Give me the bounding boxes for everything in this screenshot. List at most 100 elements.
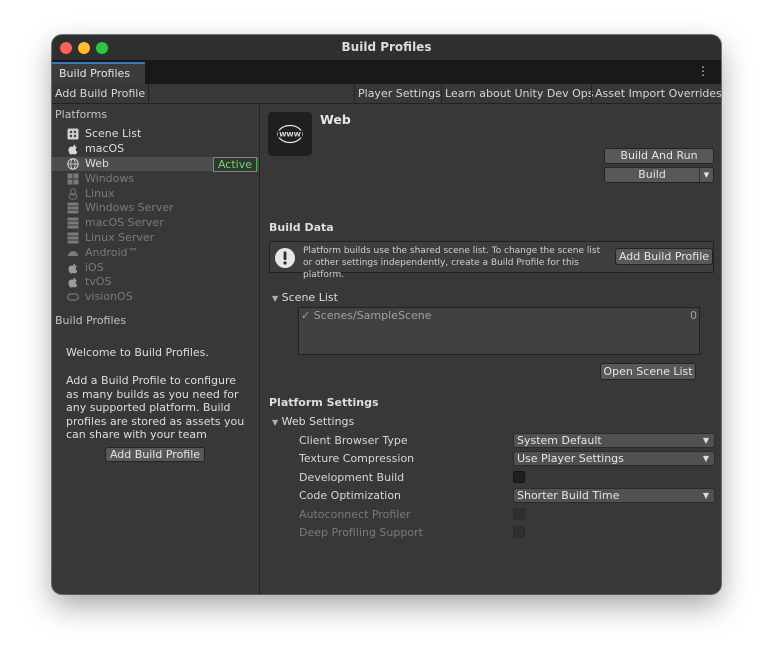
windows-icon	[67, 173, 79, 185]
scene-list-icon	[67, 128, 79, 140]
active-badge: Active	[212, 157, 257, 172]
development-build-label: Development Build	[299, 471, 405, 484]
add-build-profile-button[interactable]: Add Build Profile	[105, 447, 205, 462]
development-build-checkbox[interactable]	[513, 471, 525, 483]
platform-label: tvOS	[85, 275, 112, 288]
texture-compression-label: Texture Compression	[299, 452, 415, 465]
window-title: Build Profiles	[341, 40, 432, 54]
client-browser-type-label: Client Browser Type	[299, 434, 408, 447]
platform-item-web[interactable]: Web Active	[52, 157, 259, 172]
welcome-title: Welcome to Build Profiles.	[66, 346, 209, 359]
scene-row[interactable]: ✓ Scenes/SampleScene 0	[301, 309, 697, 323]
texture-compression-dropdown[interactable]: Use Player Settings ▼	[513, 451, 715, 466]
scene-list-foldout[interactable]: ▼ Scene List	[272, 291, 338, 304]
www-icon: WWW	[277, 124, 303, 144]
build-button-label: Build	[638, 168, 666, 181]
apple-icon	[68, 263, 78, 274]
platform-label: Web	[85, 157, 109, 170]
platform-item-windows-server[interactable]: Windows Server	[52, 201, 259, 215]
platform-label: Windows	[85, 172, 135, 185]
info-box: Platform builds use the shared scene lis…	[269, 241, 714, 280]
platform-item-macos-server[interactable]: macOS Server	[52, 216, 259, 230]
web-settings-foldout[interactable]: ▼ Web Settings	[272, 415, 354, 428]
platform-item-visionos[interactable]: visionOS	[52, 290, 259, 304]
scene-name: Scenes/SampleScene	[313, 309, 432, 322]
platform-label: Android™	[85, 246, 139, 259]
platform-label: macOS Server	[85, 216, 164, 229]
linux-icon	[68, 188, 78, 200]
web-icon	[67, 158, 79, 170]
platform-label: Scene List	[85, 127, 142, 140]
asset-import-overrides-button[interactable]: Asset Import Overrides	[591, 84, 721, 103]
chevron-down-icon: ▼	[702, 436, 709, 445]
apple-icon	[68, 277, 78, 288]
code-optimization-dropdown[interactable]: Shorter Build Time ▼	[513, 488, 715, 503]
server-icon	[67, 217, 79, 229]
foldout-arrow-icon: ▼	[272, 294, 279, 303]
open-scene-list-button[interactable]: Open Scene List	[600, 363, 696, 380]
window-controls	[60, 42, 108, 54]
autoconnect-profiler-checkbox	[513, 508, 525, 520]
tab-build-profiles[interactable]: Build Profiles	[52, 62, 145, 84]
visionos-icon	[67, 293, 79, 301]
scene-index: 0	[690, 309, 697, 322]
code-optimization-label: Code Optimization	[299, 489, 402, 502]
chevron-down-icon: ▼	[702, 454, 709, 463]
checkmark-icon[interactable]: ✓	[301, 309, 310, 322]
build-and-run-button[interactable]: Build And Run	[604, 148, 714, 164]
platform-item-android[interactable]: Android™	[52, 246, 259, 260]
chevron-down-icon[interactable]: ▼	[699, 168, 713, 182]
dropdown-value: Shorter Build Time	[517, 489, 620, 502]
build-data-heading: Build Data	[269, 221, 334, 234]
dropdown-value: Use Player Settings	[517, 452, 624, 465]
build-button[interactable]: Build ▼	[604, 167, 714, 183]
svg-text:WWW: WWW	[279, 131, 301, 139]
info-text: Platform builds use the shared scene lis…	[303, 246, 601, 280]
platform-label: Linux Server	[85, 231, 155, 244]
platform-item-macos[interactable]: macOS	[52, 142, 259, 156]
welcome-body: Add a Build Profile to configure as many…	[66, 374, 245, 441]
android-icon	[68, 251, 78, 256]
deep-profiling-support-checkbox	[513, 526, 525, 538]
web-settings-heading: Web Settings	[281, 415, 355, 428]
platform-item-scene-list[interactable]: Scene List	[52, 127, 259, 141]
platform-label: iOS	[85, 261, 104, 274]
info-add-build-profile-button[interactable]: Add Build Profile	[615, 248, 713, 265]
add-build-profile-toolbar-button[interactable]: Add Build Profile	[52, 84, 150, 103]
client-browser-type-dropdown[interactable]: System Default ▼	[513, 433, 715, 448]
server-icon	[67, 232, 79, 244]
platform-item-windows[interactable]: Windows	[52, 172, 259, 186]
title-bar: Build Profiles	[52, 35, 721, 60]
close-window-button[interactable]	[60, 42, 72, 54]
dropdown-value: System Default	[517, 434, 602, 447]
toolbar: Add Build Profile Player Settings Learn …	[52, 84, 721, 104]
platform-icon-box: WWW	[268, 112, 312, 156]
build-profiles-window: Build Profiles Build Profiles ⋮ Add Buil…	[52, 35, 721, 594]
build-profiles-heading: Build Profiles	[55, 314, 127, 327]
learn-dev-ops-button[interactable]: Learn about Unity Dev Ops	[441, 84, 597, 103]
platform-label: Linux	[85, 187, 115, 200]
platform-label: macOS	[85, 142, 125, 155]
platform-title: Web	[320, 112, 351, 127]
platform-label: Windows Server	[85, 201, 174, 214]
tab-bar: Build Profiles ⋮	[52, 60, 721, 84]
sidebar: Platforms Scene List macOS Web Active Wi…	[52, 104, 260, 594]
autoconnect-profiler-label: Autoconnect Profiler	[299, 508, 411, 521]
zoom-window-button[interactable]	[96, 42, 108, 54]
more-menu-icon[interactable]: ⋮	[697, 64, 709, 78]
platform-item-linux-server[interactable]: Linux Server	[52, 231, 259, 245]
minimize-window-button[interactable]	[78, 42, 90, 54]
server-icon	[67, 202, 79, 214]
deep-profiling-support-label: Deep Profiling Support	[299, 526, 423, 539]
platform-settings-heading: Platform Settings	[269, 396, 379, 409]
player-settings-button[interactable]: Player Settings	[354, 84, 444, 103]
main-panel: WWW Web Build And Run Build ▼ Build Data…	[260, 104, 721, 594]
scene-list-box: ✓ Scenes/SampleScene 0	[298, 307, 700, 355]
platform-item-ios[interactable]: iOS	[52, 261, 259, 275]
platform-item-tvos[interactable]: tvOS	[52, 275, 259, 289]
apple-icon	[68, 144, 78, 155]
foldout-arrow-icon: ▼	[272, 418, 279, 427]
platforms-heading: Platforms	[55, 108, 108, 121]
platform-item-linux[interactable]: Linux	[52, 187, 259, 201]
info-icon	[275, 248, 295, 268]
